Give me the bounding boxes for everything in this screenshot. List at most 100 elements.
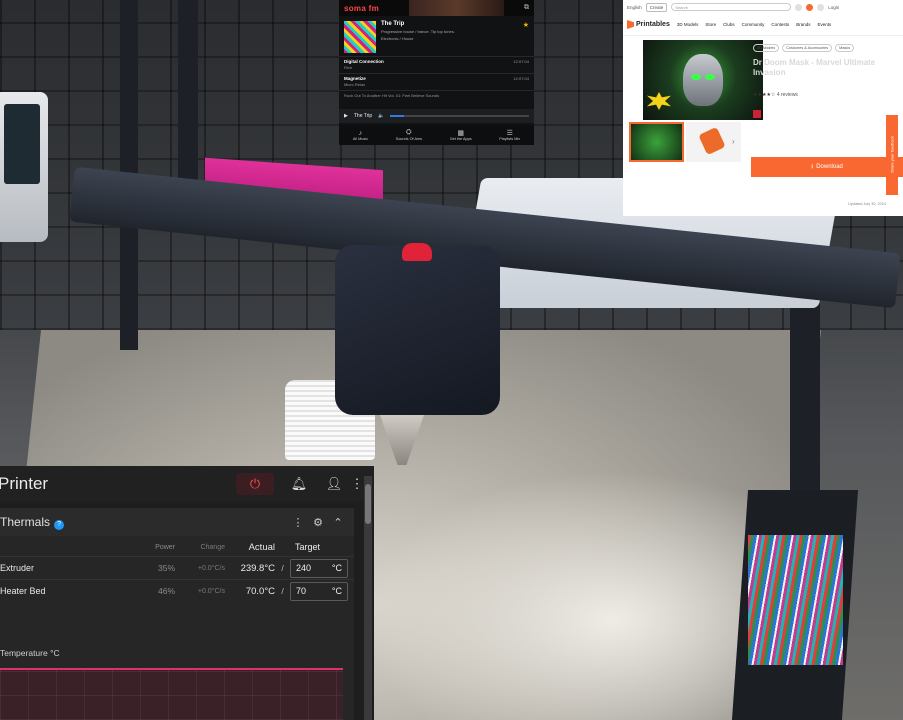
settings-gear-icon[interactable]: ⚙	[308, 516, 328, 529]
somafm-logo[interactable]: soma fm	[344, 4, 379, 13]
printables-nav: Printables 3D Models Store Clubs Communi…	[623, 14, 903, 36]
heater-actual: 70.0°C	[245, 585, 275, 597]
temperature-line	[0, 668, 343, 670]
track-artist: Micro Relax	[344, 82, 366, 87]
station-description: Progressive house / trance. Tip top tune…	[381, 29, 455, 34]
popout-icon[interactable]: ⧉	[524, 4, 529, 12]
print-head	[335, 245, 500, 415]
printables-logo[interactable]: Printables	[627, 20, 670, 29]
nav-playlists[interactable]: ☰ Playlists Mix	[499, 129, 520, 141]
language-selector[interactable]: English	[627, 5, 642, 10]
nav-3d-models[interactable]: 3D Models	[677, 22, 699, 27]
heater-actual: 239.8°C	[240, 562, 275, 574]
volume-slider[interactable]	[390, 115, 529, 117]
panel-scrollbar[interactable]	[364, 476, 372, 720]
now-playing-card: The Trip Progressive house / trance. Tip…	[339, 16, 534, 56]
thermals-card-header: Thermals? ⋮ ⚙ ⌃	[0, 508, 354, 536]
model-title: Dr Doom Mask - Marvel Ultimate Invasion	[753, 58, 876, 77]
doom-mask-render	[683, 54, 723, 106]
heater-name[interactable]: Heater Bed	[0, 586, 135, 596]
printer-app-bar: Printer ⏻ 🔔︎ 👤︎ ⋮	[0, 466, 374, 502]
download-icon: ⭳	[811, 164, 814, 170]
track-title: Rock Out To Another Hit Vol. 01: Feel Be…	[344, 93, 440, 98]
cart-icon[interactable]	[806, 3, 814, 11]
model-rating[interactable]: ★★★★☆ 4 reviews	[753, 92, 798, 98]
heater-change: +0.0°C/s	[197, 587, 225, 595]
gallery-next-icon[interactable]: ›	[732, 137, 735, 146]
thermals-card: Thermals? ⋮ ⚙ ⌃ Power Change Actual Targ…	[0, 508, 354, 720]
station-artwork[interactable]	[344, 21, 376, 53]
target-temp-input[interactable]: 240 °C	[290, 558, 348, 578]
chart-label: Temperature °C	[0, 648, 60, 658]
tag-chip[interactable]: Costumes & Accessories	[782, 44, 833, 52]
search-input[interactable]: Search	[671, 3, 792, 11]
printables-topbar: English Create Search Login	[623, 0, 903, 14]
author-avatar[interactable]	[753, 110, 761, 118]
user-icon[interactable]	[817, 3, 825, 11]
play-icon[interactable]: ▶	[344, 113, 348, 119]
nav-brands[interactable]: Brands	[796, 22, 810, 27]
player-bar: ▶ The Trip 🔈	[339, 109, 534, 123]
app-title: Printer	[0, 474, 49, 493]
tag-chip[interactable]: 3D Models	[753, 44, 780, 52]
track-title: Digital Connection	[344, 59, 384, 64]
col-power: Power	[155, 543, 175, 551]
bell-icon[interactable]: 🔔︎	[280, 473, 318, 495]
nav-events[interactable]: Events	[817, 22, 831, 27]
thermals-title: Thermals	[0, 514, 51, 529]
track-time: 12:07:04	[513, 76, 529, 81]
collapse-chevron-icon[interactable]: ⌃	[328, 516, 348, 529]
nav-clubs[interactable]: Clubs	[723, 22, 735, 27]
track-artist: Rich	[344, 65, 353, 70]
more-menu-icon[interactable]: ⋮	[350, 473, 364, 495]
thermals-header-row: Power Change Actual Target	[0, 538, 354, 556]
rating-stars-icon: ★★★★☆	[753, 92, 776, 98]
download-button[interactable]: ⭳ Download	[751, 157, 903, 177]
track-row: Digital Connection Rich 12:07:04	[339, 56, 534, 73]
account-icon[interactable]: 👤︎	[324, 473, 344, 495]
create-button[interactable]: Create	[645, 2, 668, 12]
nav-community[interactable]: Community	[742, 22, 765, 27]
printer-control-panel: Printer ⏻ 🔔︎ 👤︎ ⋮ Thermals? ⋮ ⚙ ⌃ Power …	[0, 466, 374, 720]
apps-icon: ▦	[457, 130, 464, 137]
track-row: Rock Out To Another Hit Vol. 01: Feel Be…	[339, 90, 534, 100]
favorite-star-icon[interactable]: ★	[523, 21, 529, 51]
station-genre: Electronic / House	[381, 36, 414, 41]
music-note-icon: ♪	[358, 129, 363, 137]
music-bottom-nav: ♪ All Music ⛭ Sounds Of Ams ▦ Get the Apps …	[339, 125, 534, 145]
thermals-table: Power Change Actual Target Extruder 35% …	[0, 538, 354, 602]
more-options-icon[interactable]: ⋮	[288, 516, 308, 529]
heater-power: 35%	[157, 563, 175, 573]
camera-stream-view: soma fm ⧉ The Trip Progressive house / t…	[0, 0, 903, 720]
help-icon[interactable]: ?	[54, 519, 65, 530]
nav-sounds[interactable]: ⛭ Sounds Of Ams	[396, 129, 422, 141]
feedback-tab[interactable]: Share your feedback	[886, 115, 898, 195]
nav-contests[interactable]: Contests	[771, 22, 789, 27]
list-icon: ☰	[506, 130, 513, 137]
login-link[interactable]: Login	[828, 5, 839, 10]
updated-date: Updated July 30, 2024	[848, 202, 886, 206]
nav-apps[interactable]: ▦ Get the Apps	[450, 129, 472, 141]
track-row: Magnetize Micro Relax 12:07:04	[339, 73, 534, 90]
emergency-stop-button[interactable]: ⏻	[236, 473, 274, 495]
gallery-thumbnail-1[interactable]	[629, 122, 684, 162]
nav-all-music[interactable]: ♪ All Music	[353, 130, 368, 141]
table-row: Heater Bed 46% +0.0°C/s 70.0°C / 70 °C	[0, 579, 354, 602]
scrollbar-thumb[interactable]	[365, 484, 371, 524]
colored-filament-sticks	[748, 535, 843, 665]
heater-name[interactable]: Extruder	[0, 563, 135, 573]
nav-store[interactable]: Store	[705, 22, 716, 27]
notification-icon[interactable]	[795, 3, 803, 11]
model-main-image[interactable]	[643, 40, 763, 120]
temperature-chart[interactable]	[0, 668, 343, 720]
new-badge-burst	[647, 92, 671, 110]
print-head-red-knob	[402, 243, 432, 261]
target-temp-input[interactable]: 70 °C	[290, 581, 348, 601]
music-banner-ad[interactable]	[409, 0, 504, 16]
station-title: The Trip	[381, 21, 405, 27]
printables-logo-icon	[627, 20, 634, 29]
tag-chip[interactable]: Masks	[835, 44, 855, 52]
volume-icon[interactable]: 🔈	[378, 113, 384, 119]
col-change: Change	[200, 543, 225, 551]
mixer-icon: ⛭	[406, 129, 412, 136]
